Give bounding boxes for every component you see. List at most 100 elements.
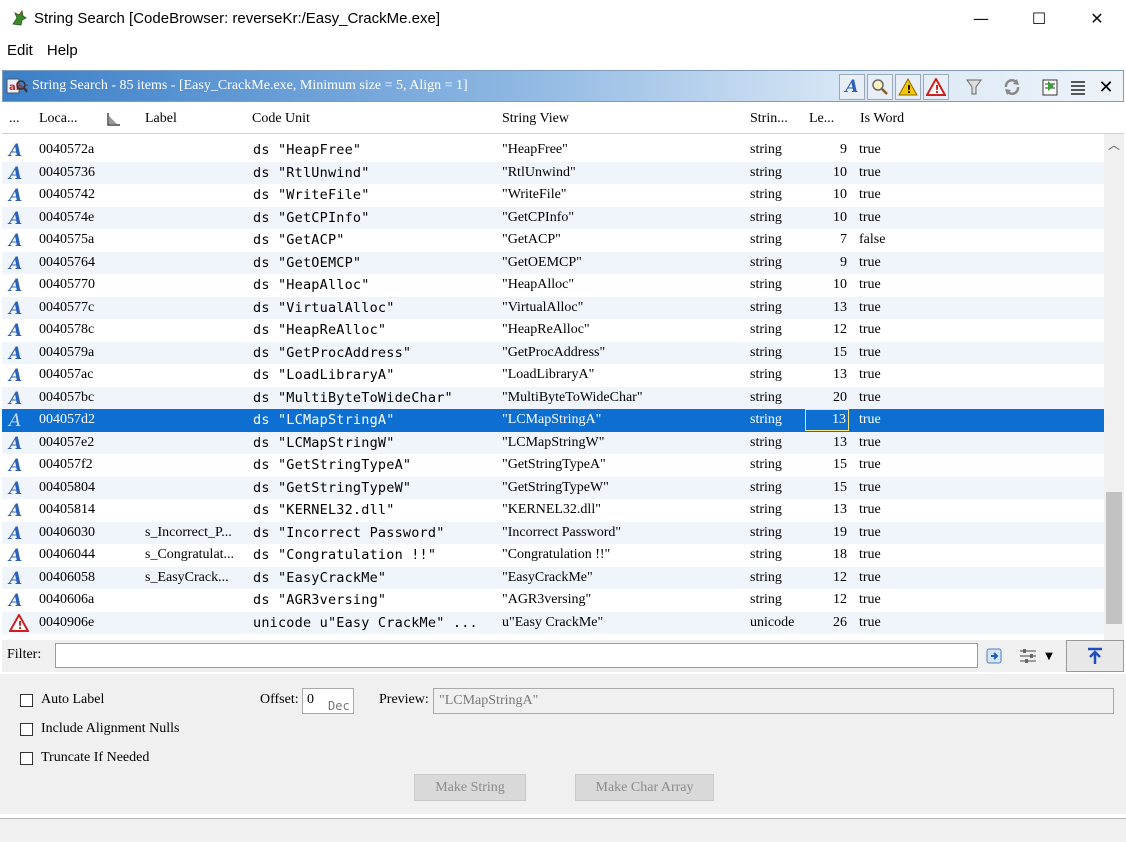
code-unit-cell[interactable]: ds "KERNEL32.dll"	[253, 502, 395, 518]
select-in-listing-icon[interactable]	[1037, 74, 1063, 100]
is-word-cell[interactable]: true	[859, 210, 881, 226]
table-row[interactable]: A 0040606a ds "AGR3versing" "AGR3versing" st…	[2, 589, 1104, 612]
table-row[interactable]: A 00406044 s_Congratulat... ds "Congratulat…	[2, 544, 1104, 567]
string-table[interactable]: A 0040572a ds "HeapFree" "HeapFree" string 9 t…	[2, 134, 1104, 638]
location-cell[interactable]: 004057bc	[39, 390, 94, 406]
length-cell[interactable]: 15	[805, 457, 849, 473]
table-row[interactable]: A 004057bc ds "MultiByteToWideChar" "MultiB…	[2, 386, 1104, 409]
column-settings-icon[interactable]	[1065, 74, 1091, 100]
length-cell[interactable]: 10	[805, 165, 849, 181]
menu-help[interactable]: Help	[40, 42, 85, 59]
menu-edit[interactable]: Edit	[0, 42, 40, 59]
vertical-scrollbar[interactable]: ︿	[1104, 134, 1124, 640]
location-cell[interactable]: 00406044	[39, 547, 95, 563]
string-type-cell[interactable]: string	[750, 480, 782, 496]
search-icon[interactable]	[867, 74, 893, 100]
is-word-cell[interactable]: true	[859, 615, 881, 631]
is-word-cell[interactable]: true	[859, 300, 881, 316]
scroll-thumb[interactable]	[1106, 492, 1122, 624]
auto-label-checkbox[interactable]: Auto Label	[20, 692, 104, 708]
is-word-cell[interactable]: true	[859, 412, 881, 428]
location-cell[interactable]: 00405736	[39, 165, 95, 181]
string-type-cell[interactable]: string	[750, 390, 782, 406]
length-cell[interactable]: 13	[805, 409, 849, 431]
location-cell[interactable]: 0040575a	[39, 232, 94, 248]
location-cell[interactable]: 0040906e	[39, 615, 94, 631]
code-unit-cell[interactable]: ds "GetStringTypeA"	[253, 457, 411, 473]
error-filter-icon[interactable]: !	[923, 74, 949, 100]
length-cell[interactable]: 10	[805, 277, 849, 293]
code-unit-cell[interactable]: ds "HeapAlloc"	[253, 277, 370, 293]
table-row[interactable]: A 00406030 s_Incorrect_P... ds "Incorrect P…	[2, 521, 1104, 544]
string-type-cell[interactable]: string	[750, 435, 782, 451]
location-cell[interactable]: 0040572a	[39, 142, 94, 158]
string-type-cell[interactable]: string	[750, 300, 782, 316]
location-cell[interactable]: 0040577c	[39, 300, 94, 316]
string-view-cell[interactable]: "GetProcAddress"	[502, 345, 605, 361]
length-cell[interactable]: 15	[805, 345, 849, 361]
string-type-cell[interactable]: string	[750, 547, 782, 563]
table-row[interactable]: ! 0040906e unicode u"Easy CrackMe" ... u"Ea…	[2, 611, 1104, 634]
string-type-cell[interactable]: unicode	[750, 615, 794, 631]
string-view-cell[interactable]: "LCMapStringW"	[502, 435, 604, 451]
code-unit-cell[interactable]: ds "WriteFile"	[253, 187, 370, 203]
length-cell[interactable]: 12	[805, 570, 849, 586]
col-string-type[interactable]: Strin...	[750, 111, 788, 127]
code-unit-cell[interactable]: ds "RtlUnwind"	[253, 165, 370, 181]
string-type-cell[interactable]: string	[750, 232, 782, 248]
label-cell[interactable]: s_Incorrect_P...	[145, 525, 240, 541]
string-view-cell[interactable]: "WriteFile"	[502, 187, 567, 203]
code-unit-cell[interactable]: ds "LCMapStringW"	[253, 435, 395, 451]
is-word-cell[interactable]: true	[859, 390, 881, 406]
code-unit-cell[interactable]: ds "GetStringTypeW"	[253, 480, 411, 496]
string-view-cell[interactable]: "LoadLibraryA"	[502, 367, 594, 383]
string-view-cell[interactable]: "Incorrect Password"	[502, 525, 621, 541]
code-unit-cell[interactable]: ds "GetOEMCP"	[253, 255, 361, 271]
table-row[interactable]: A 00405764 ds "GetOEMCP" "GetOEMCP" string 9 t…	[2, 251, 1104, 274]
filter-dropdown-chevron-icon[interactable]: ▼	[1042, 644, 1056, 668]
code-unit-cell[interactable]: ds "Incorrect Password"	[253, 525, 445, 541]
table-row[interactable]: A 0040572a ds "HeapFree" "HeapFree" string 9 t…	[2, 139, 1104, 162]
minimize-button[interactable]: —	[952, 0, 1010, 36]
is-word-cell[interactable]: true	[859, 570, 881, 586]
string-view-cell[interactable]: "GetCPInfo"	[502, 210, 574, 226]
table-row[interactable]: A 00406058 s_EasyCrack... ds "EasyCrackMe" "…	[2, 566, 1104, 589]
length-cell[interactable]: 7	[805, 232, 849, 248]
length-cell[interactable]: 10	[805, 187, 849, 203]
table-row[interactable]: A 0040578c ds "HeapReAlloc" "HeapReAlloc" st…	[2, 319, 1104, 342]
length-cell[interactable]: 18	[805, 547, 849, 563]
auto-label-check-box[interactable]	[20, 693, 33, 707]
table-row[interactable]: A 00405736 ds "RtlUnwind" "RtlUnwind" string…	[2, 161, 1104, 184]
code-unit-cell[interactable]: unicode u"Easy CrackMe" ...	[253, 615, 478, 631]
table-row[interactable]: A 004057ac ds "LoadLibraryA" "LoadLibraryA"…	[2, 364, 1104, 387]
table-row[interactable]: A 0040577c ds "VirtualAlloc" "VirtualAlloc"…	[2, 296, 1104, 319]
label-cell[interactable]: s_Congratulat...	[145, 547, 240, 563]
is-word-cell[interactable]: true	[859, 480, 881, 496]
sort-ascending-icon[interactable]	[106, 111, 122, 127]
filter-apply-icon[interactable]	[983, 644, 1007, 668]
location-cell[interactable]: 00405742	[39, 187, 95, 203]
location-cell[interactable]: 00406058	[39, 570, 95, 586]
code-unit-cell[interactable]: ds "Congratulation !!"	[253, 547, 436, 563]
code-unit-cell[interactable]: ds "HeapFree"	[253, 142, 361, 158]
length-cell[interactable]: 13	[805, 367, 849, 383]
location-cell[interactable]: 00405804	[39, 480, 95, 496]
is-word-cell[interactable]: true	[859, 525, 881, 541]
col-is-word[interactable]: Is Word	[860, 111, 904, 127]
length-cell[interactable]: 13	[805, 435, 849, 451]
table-row[interactable]: A 0040575a ds "GetACP" "GetACP" string 7 false	[2, 229, 1104, 252]
length-cell[interactable]: 12	[805, 322, 849, 338]
code-unit-cell[interactable]: ds "GetCPInfo"	[253, 210, 370, 226]
is-word-cell[interactable]: true	[859, 547, 881, 563]
location-cell[interactable]: 004057ac	[39, 367, 93, 383]
code-unit-cell[interactable]: ds "VirtualAlloc"	[253, 300, 395, 316]
length-cell[interactable]: 12	[805, 592, 849, 608]
is-word-cell[interactable]: true	[859, 457, 881, 473]
close-panel-icon[interactable]: ✕	[1093, 74, 1119, 100]
string-type-cell[interactable]: string	[750, 277, 782, 293]
maximize-button[interactable]: ☐	[1010, 0, 1068, 36]
string-type-cell[interactable]: string	[750, 367, 782, 383]
location-cell[interactable]: 0040606a	[39, 592, 94, 608]
string-type-cell[interactable]: string	[750, 525, 782, 541]
is-word-cell[interactable]: true	[859, 435, 881, 451]
